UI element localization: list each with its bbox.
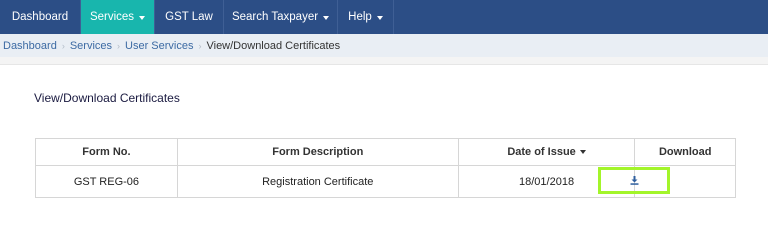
breadcrumb-services[interactable]: Services — [70, 40, 112, 52]
page-title: View/Download Certificates — [34, 91, 180, 105]
certificates-panel: View/Download Certificates Form No. Form… — [0, 64, 768, 202]
nav-help-label: Help — [348, 11, 372, 23]
breadcrumb-user-services[interactable]: User Services — [125, 40, 193, 52]
nav-dashboard[interactable]: Dashboard — [0, 0, 81, 34]
nav-search-taxpayer-label: Search Taxpayer — [231, 11, 319, 23]
breadcrumb-current: View/Download Certificates — [206, 39, 341, 52]
cell-form-description: Registration Certificate — [176, 165, 459, 198]
table-header-row: Form No. Form Description Date of Issue … — [35, 138, 736, 166]
header-date-of-issue-label: Date of Issue — [507, 146, 576, 158]
content-area: View/Download Certificates Form No. Form… — [0, 57, 768, 202]
top-navbar: Dashboard Services GST Law Search Taxpay… — [0, 0, 768, 34]
nav-gst-law[interactable]: GST Law — [155, 0, 224, 34]
nav-help[interactable]: Help — [338, 0, 394, 34]
header-form-no: Form No. — [35, 138, 178, 166]
chevron-down-icon — [139, 15, 146, 20]
nav-services[interactable]: Services — [81, 0, 155, 34]
breadcrumb-separator-icon: › — [117, 40, 121, 51]
chevron-down-icon — [323, 15, 330, 20]
breadcrumb-separator-icon: › — [61, 40, 65, 51]
cell-form-no: GST REG-06 — [35, 165, 178, 198]
header-download: Download — [634, 138, 736, 166]
download-icon — [630, 176, 638, 185]
chevron-down-icon — [376, 15, 383, 20]
breadcrumb: Dashboard › Services › User Services › V… — [0, 34, 768, 57]
header-date-of-issue[interactable]: Date of Issue — [457, 138, 636, 166]
breadcrumb-dashboard[interactable]: Dashboard — [3, 40, 57, 52]
nav-search-taxpayer[interactable]: Search Taxpayer — [224, 0, 338, 34]
header-form-description: Form Description — [176, 138, 459, 166]
nav-dashboard-label: Dashboard — [11, 11, 69, 23]
nav-gst-law-label: GST Law — [165, 11, 213, 23]
sort-down-icon — [579, 150, 586, 155]
breadcrumb-separator-icon: › — [198, 40, 202, 51]
nav-services-label: Services — [89, 11, 135, 23]
download-button[interactable] — [598, 167, 670, 194]
